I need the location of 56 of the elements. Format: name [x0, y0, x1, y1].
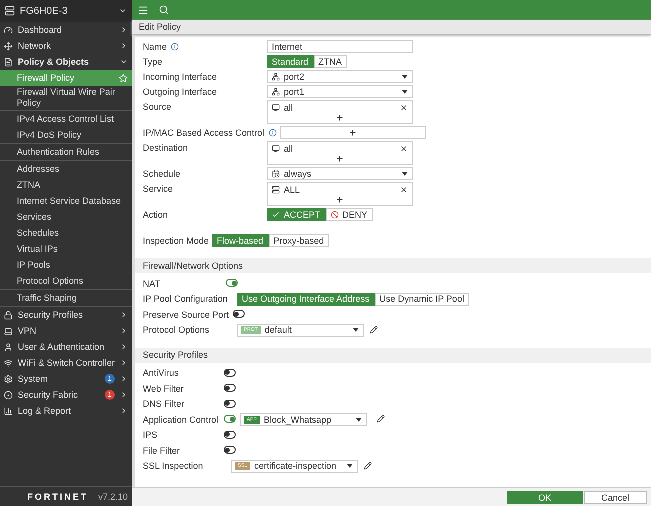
sidebar-item[interactable]: Security Profiles	[0, 307, 132, 323]
field-label: Preserve Source Port	[143, 308, 230, 321]
field-label: AntiVirus	[143, 367, 180, 380]
multi-select-field[interactable]: ALL	[267, 182, 413, 206]
option-button[interactable]: Use Dynamic IP Pool	[374, 292, 470, 306]
brand-logo: FORTINET	[27, 492, 88, 502]
version-label: v7.2.10	[98, 492, 128, 502]
option-button[interactable]: Proxy-based	[268, 234, 330, 247]
field-label: Destination	[143, 142, 188, 152]
sidebar-item[interactable]: VPN	[0, 323, 132, 339]
field-label: SSL Inspection	[143, 460, 204, 472]
select-field[interactable]: port2	[267, 70, 413, 83]
option-button[interactable]: Use Outgoing Interface Address	[237, 292, 375, 306]
device-name: FG6H0E-3	[20, 6, 69, 16]
field-label: IP Pool Configuration	[143, 293, 229, 306]
field-label: IPS	[143, 429, 159, 442]
multi-select-field[interactable]: all	[267, 141, 413, 165]
field-label: Incoming Interface	[143, 72, 218, 82]
field-label: Service	[143, 184, 174, 194]
option-button[interactable]: ACCEPT	[267, 208, 326, 221]
field-label: File Filter	[143, 444, 182, 457]
sidebar-item[interactable]: WiFi & Switch Controller	[0, 355, 132, 371]
cancel-button[interactable]: Cancel	[584, 490, 647, 504]
page-title: Edit Policy	[132, 20, 651, 35]
field-label: Type	[143, 56, 163, 66]
field-label: Outgoing Interface	[143, 86, 218, 96]
option-button[interactable]: Flow-based	[212, 234, 269, 247]
ok-button[interactable]: OK	[507, 490, 583, 504]
field-label: DNS Filter	[143, 398, 186, 410]
select-field[interactable]: always	[267, 167, 413, 180]
sidebar-item[interactable]: Log & Report	[0, 403, 132, 419]
field-label: Protocol Options	[143, 324, 211, 336]
selected-entry: all	[284, 144, 294, 154]
section-header: Firewall/Network Options	[135, 258, 651, 273]
field-label: IP/MAC Based Access Control	[143, 128, 265, 138]
sidebar-item[interactable]: Network	[0, 38, 132, 54]
field-label: Inspection Mode	[143, 236, 210, 246]
option-button[interactable]: Standard	[267, 55, 314, 68]
option-button[interactable]: ZTNA	[314, 55, 348, 68]
multi-select-field[interactable]: all	[267, 100, 413, 124]
selected-entry: all	[284, 102, 294, 112]
option-button[interactable]: DENY	[326, 208, 373, 221]
field-label: Action	[143, 210, 168, 220]
field-label: Application Control	[143, 414, 220, 426]
field-label: Source	[143, 102, 172, 112]
field-label: Name	[143, 42, 168, 52]
section-header: Security Profiles	[135, 348, 651, 362]
sidebar-item[interactable]: Policy & Objects	[0, 54, 132, 70]
sidebar-item[interactable]: User & Authentication	[0, 339, 132, 355]
select-field[interactable]: port1	[267, 85, 413, 98]
sidebar-item[interactable]: Dashboard	[0, 22, 132, 38]
name-input[interactable]: Internet	[267, 40, 413, 53]
field-label: Web Filter	[143, 382, 185, 395]
selected-entry: ALL	[284, 184, 300, 194]
field-label: Schedule	[143, 168, 181, 178]
field-label: NAT	[143, 278, 162, 290]
